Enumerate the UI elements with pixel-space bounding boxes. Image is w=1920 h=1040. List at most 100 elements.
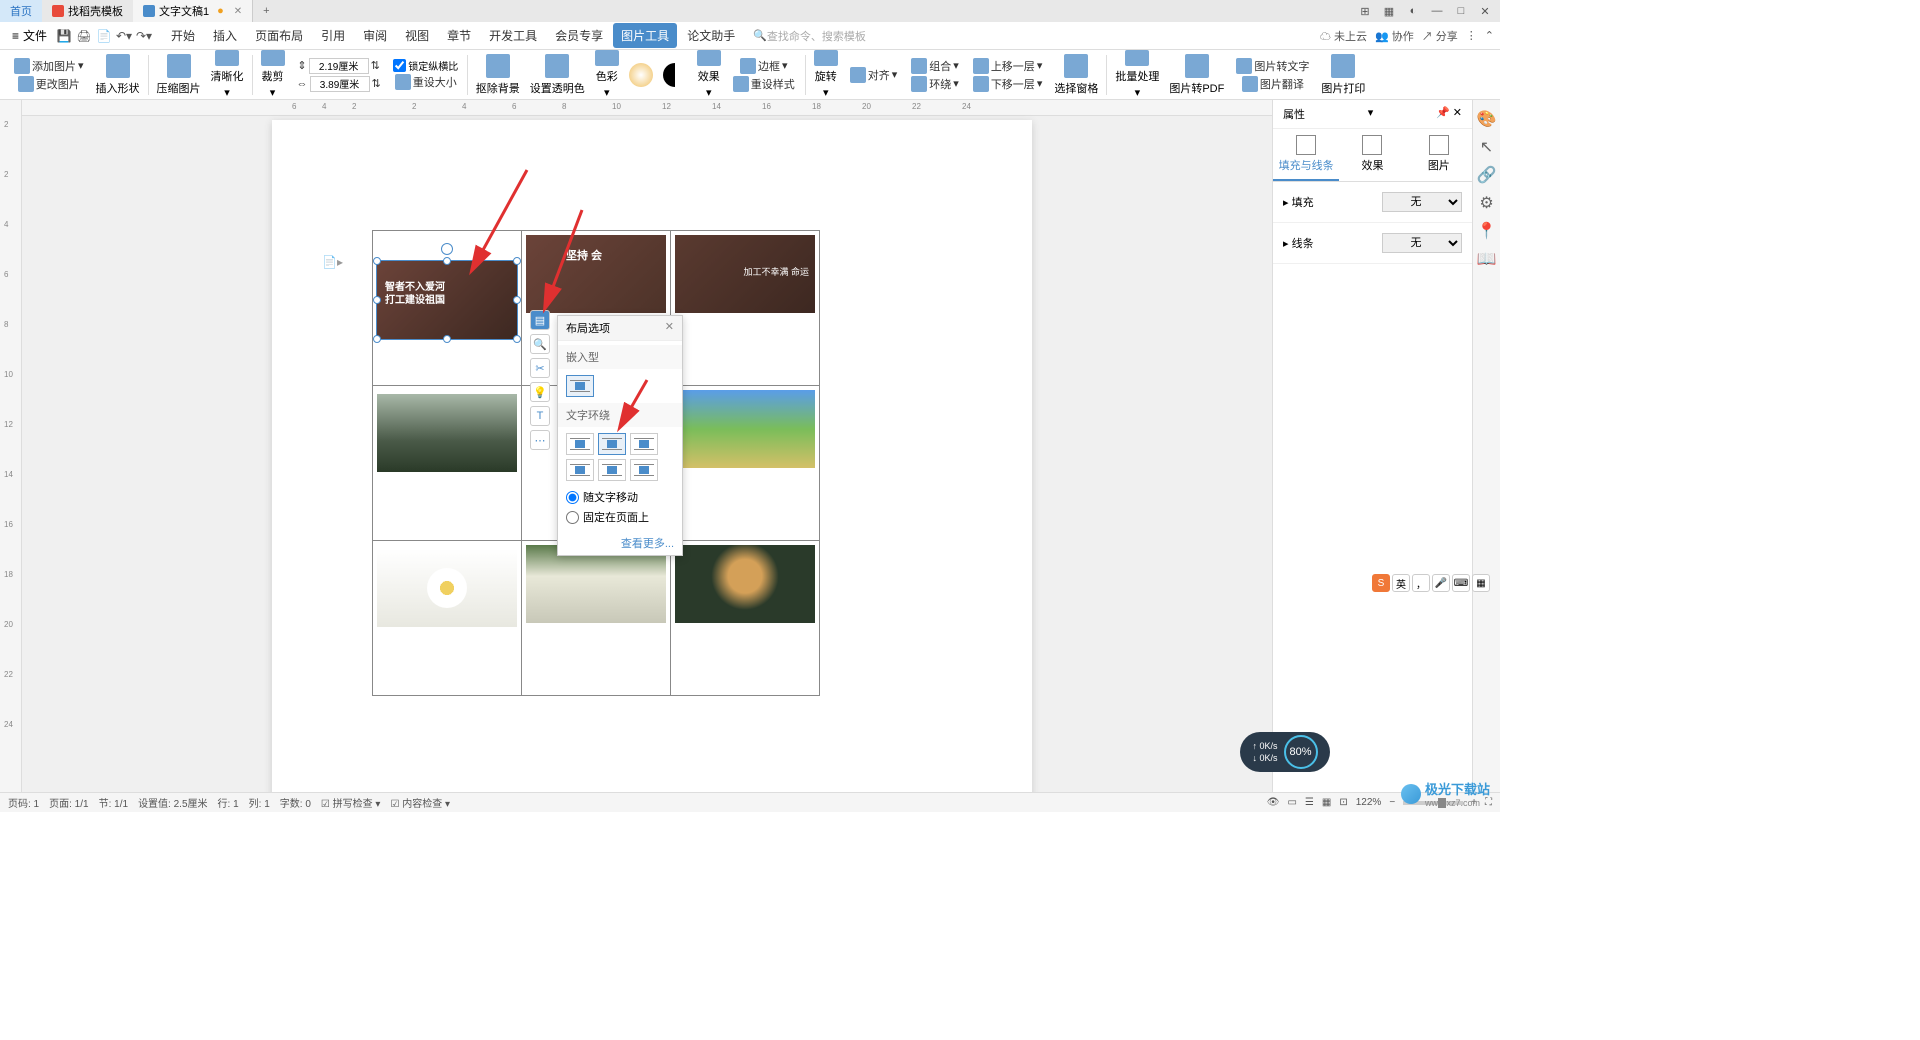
maximize-button[interactable]: □ [1450,1,1472,21]
tab-developer[interactable]: 开发工具 [481,23,545,48]
reset-style-button[interactable]: 重设样式 [731,75,797,93]
image-5[interactable] [675,390,815,468]
file-menu[interactable]: ≡文件 [6,25,53,46]
location-icon[interactable]: 📍 [1478,222,1496,240]
wrap-behind[interactable] [598,459,626,481]
book-icon[interactable]: 📖 [1478,250,1496,268]
text-icon[interactable]: T [530,406,550,426]
image-7[interactable] [526,545,666,623]
compress-icon[interactable] [167,54,191,78]
tab-start[interactable]: 开始 [163,23,203,48]
select-pane-icon[interactable] [1064,54,1088,78]
popup-close[interactable]: ✕ [665,320,674,336]
search-box[interactable]: 🔍 查找命令、搜索模板 [753,28,866,44]
fix-on-page[interactable]: 固定在页面上 [566,507,674,527]
page[interactable]: 📄▸ 智者不入爱河打 [272,120,1032,792]
to-text-button[interactable]: 图片转文字 [1234,57,1311,75]
color-icon[interactable] [595,50,619,66]
tab-template[interactable]: 找稻壳模板 [42,0,133,22]
more-icon[interactable]: ⋮ [1466,29,1477,42]
contrast-icon[interactable] [663,63,687,87]
rotate-handle[interactable] [441,243,453,255]
fix-on-page-radio[interactable] [566,511,579,524]
status-spellcheck[interactable]: ☑ 拼写检查 ▾ [321,795,381,810]
view-page-icon[interactable]: ▭ [1287,797,1296,808]
zoom-out[interactable]: − [1389,797,1395,808]
tab-sections[interactable]: 章节 [439,23,479,48]
ime-mic-icon[interactable]: 🎤 [1432,574,1450,592]
status-content-check[interactable]: ☑ 内容检查 ▾ [390,795,450,810]
status-pages[interactable]: 页面: 1/1 [49,795,88,810]
print-icon[interactable]: 🖨 [75,27,93,45]
ime-more-icon[interactable]: ▦ [1472,574,1490,592]
wrap-topbottom[interactable] [566,459,594,481]
remove-bg-icon[interactable] [486,54,510,78]
ime-punct-icon[interactable]: ， [1412,574,1430,592]
insert-shape-icon[interactable] [106,54,130,78]
width-input[interactable] [310,76,370,92]
crop-icon[interactable] [261,50,285,66]
skin-icon[interactable]: ◐ [1402,1,1424,21]
fill-select[interactable]: 无 [1382,192,1462,212]
cell-1-3[interactable]: 加工不幸满 命运 [671,231,820,386]
tab-close[interactable]: ✕ [234,6,242,17]
minimize-button[interactable]: — [1426,1,1448,21]
tab-review[interactable]: 审阅 [355,23,395,48]
image-4[interactable] [377,394,517,472]
align-button[interactable]: 对齐▾ [848,66,900,84]
tab-picture-tools[interactable]: 图片工具 [613,23,677,48]
tab-layout[interactable]: 页面布局 [247,23,311,48]
layout-icon[interactable]: ⊞ [1354,1,1376,21]
translate-button[interactable]: 图片翻译 [1240,75,1306,93]
speed-widget[interactable]: ↑ 0K/s ↓ 0K/s 80% [1240,732,1330,772]
tab-member[interactable]: 会员专享 [547,23,611,48]
wrap-inline[interactable] [566,375,594,397]
to-pdf-icon[interactable] [1185,54,1209,78]
image-6[interactable] [377,549,517,627]
resize-handle-b[interactable] [443,335,451,343]
zoom-display[interactable]: 122% [1356,797,1382,808]
wrap-through[interactable] [630,433,658,455]
resize-handle-r[interactable] [513,296,521,304]
close-button[interactable]: ✕ [1474,1,1496,21]
share-button[interactable]: ↗ 分享 [1422,28,1458,44]
tab-home[interactable]: 首页 [0,0,42,22]
cell-3-2[interactable] [522,541,671,696]
brightness-icon[interactable] [629,63,653,87]
resize-handle-tl[interactable] [373,257,381,265]
cell-3-3[interactable] [671,541,820,696]
zoom-icon[interactable]: 🔍 [530,334,550,354]
undo-icon[interactable]: ↶▾ [115,27,133,45]
move-up-button[interactable]: 上移一层▾ [971,57,1045,75]
wrap-front[interactable] [630,459,658,481]
wrap-tight[interactable] [598,433,626,455]
fit-icon[interactable]: ⊡ [1339,797,1347,808]
move-down-button[interactable]: 下移一层▾ [971,75,1045,93]
save-icon[interactable]: 💾 [55,27,73,45]
document-area[interactable]: 6 4 2 2 4 6 8 10 12 14 16 18 20 22 24 📄▸ [22,100,1272,792]
rotate-icon[interactable] [814,50,838,66]
height-input[interactable] [309,58,369,74]
more-float-icon[interactable]: ⋯ [530,430,550,450]
cell-2-1[interactable] [373,386,522,541]
view-mode-icon[interactable]: 👁 [1267,797,1280,808]
ime-keyboard-icon[interactable]: ⌨ [1452,574,1470,592]
sharpen-icon[interactable] [215,50,239,66]
ime-lang[interactable]: 英 [1392,574,1410,592]
group-button[interactable]: 组合▾ [909,57,961,75]
status-chars[interactable]: 字数: 0 [280,795,311,810]
border-button[interactable]: 边框▾ [738,57,790,75]
change-image-button[interactable]: 更改图片 [16,75,82,93]
effect-icon[interactable] [697,50,721,66]
select-icon[interactable]: ↖ [1478,138,1496,156]
cell-2-3[interactable] [671,386,820,541]
batch-icon[interactable] [1125,50,1149,66]
image-8[interactable] [675,545,815,623]
preview-icon[interactable]: 📄 [95,27,113,45]
wrap-button[interactable]: 环绕▾ [909,75,961,93]
resize-handle-l[interactable] [373,296,381,304]
pin-icon[interactable]: 📌 [1436,107,1450,119]
tab-view[interactable]: 视图 [397,23,437,48]
collapse-ribbon-icon[interactable]: ⌃ [1485,29,1494,42]
grid-icon[interactable]: ▦ [1378,1,1400,21]
